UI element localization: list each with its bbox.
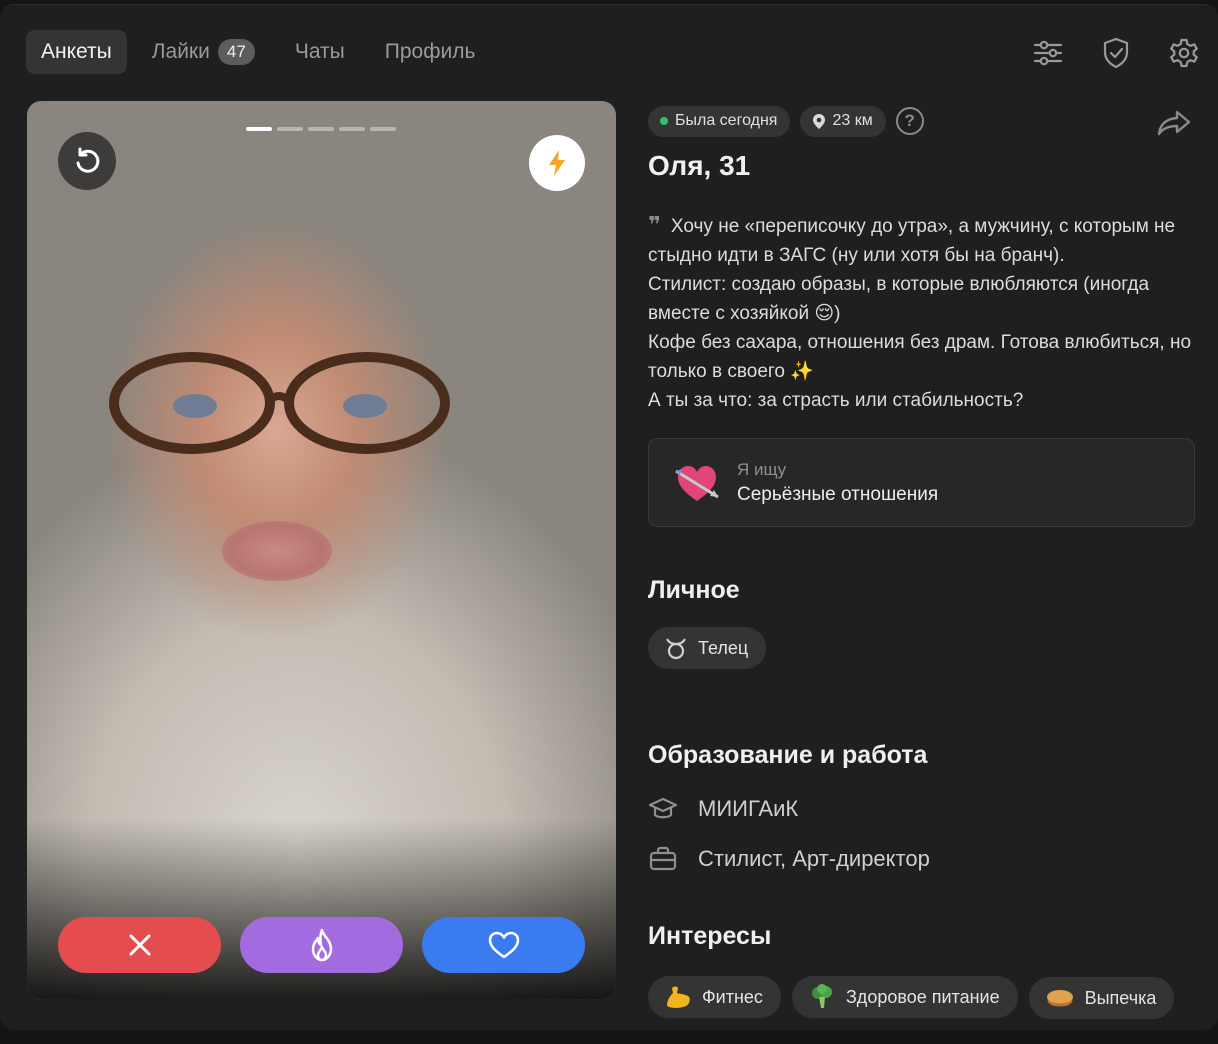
job-row: Стилист, Арт-директор <box>648 846 1196 872</box>
online-status-chip: Была сегодня <box>648 105 791 137</box>
bio-line-1-text: Хочу не «переписочку до утра», а мужчину… <box>648 216 1176 266</box>
looking-for-label: Я ищу <box>737 459 787 479</box>
likes-count-badge: 47 <box>217 39 255 65</box>
interest-tag-healthy-food-label: Здоровое питание <box>845 986 1000 1007</box>
zodiac-tag: Телец <box>648 627 767 669</box>
profile-bio: ❞ Хочу не «переписочку до утра», а мужчин… <box>648 210 1193 415</box>
personal-tags: Телец <box>648 627 1196 669</box>
flexed-biceps-icon <box>664 984 692 1010</box>
interest-tag-fitness-label: Фитнес <box>702 986 763 1007</box>
interest-tag-baking: Выпечка <box>1028 977 1175 1019</box>
location-pin-icon <box>813 113 826 129</box>
dislike-button[interactable] <box>58 917 221 973</box>
interest-tag-fitness: Фитнес <box>648 976 781 1018</box>
bio-line-3: Кофе без сахара, отношения без драм. Гот… <box>648 332 1192 382</box>
action-buttons <box>58 917 585 973</box>
help-button[interactable]: ? <box>895 107 924 135</box>
looking-for-card: Я ищу Серьёзные отношения <box>648 438 1195 527</box>
shield-check-icon[interactable] <box>1098 35 1134 71</box>
online-status-text: Была сегодня <box>675 112 778 129</box>
tab-likes[interactable]: Лайки 47 <box>137 30 270 74</box>
lightning-icon <box>549 150 565 176</box>
personal-section-title: Личное <box>648 576 740 604</box>
bio-line-2: Стилист: создаю образы, в которые влюбля… <box>648 274 1150 324</box>
bio-line-4: А ты за что: за страсть или стабильность… <box>648 390 1024 411</box>
graduation-cap-icon <box>648 796 678 822</box>
rewind-button[interactable] <box>58 132 116 190</box>
broccoli-icon <box>808 984 836 1010</box>
photo-dot-1[interactable] <box>246 127 272 131</box>
share-button[interactable] <box>1154 105 1194 141</box>
tab-profiles-label: Анкеты <box>41 40 112 63</box>
flame-icon <box>311 928 332 962</box>
like-button[interactable] <box>422 917 585 973</box>
heart-arrow-icon <box>667 453 727 513</box>
status-chips: Была сегодня 23 км ? <box>648 104 1196 138</box>
education-row: МИИГАиК <box>648 796 1196 822</box>
photo-dot-2[interactable] <box>277 127 303 131</box>
profile-info: Была сегодня 23 км ? Оля, 31 ❞ Хочу не «п… <box>648 101 1196 1019</box>
profile-name-age: Оля, 31 <box>648 150 751 181</box>
tab-likes-label: Лайки <box>151 40 210 63</box>
tab-profile[interactable]: Профиль <box>370 30 491 74</box>
online-dot-icon <box>660 117 668 125</box>
interest-tag-healthy-food: Здоровое питание <box>791 976 1018 1018</box>
taurus-icon <box>664 636 688 660</box>
interests-section-title: Интересы <box>648 922 772 950</box>
looking-for-value: Серьёзные отношения <box>737 483 939 505</box>
bio-line-1: ❞ Хочу не «переписочку до утра», а мужчин… <box>648 210 1193 270</box>
share-icon <box>1157 110 1191 136</box>
photo-pagination <box>246 127 396 131</box>
photo-dot-4[interactable] <box>339 127 365 131</box>
photo-dot-3[interactable] <box>308 127 334 131</box>
profile-photo-image <box>109 352 450 454</box>
job-text: Стилист, Арт-директор <box>698 846 930 871</box>
filters-icon[interactable] <box>1030 35 1066 71</box>
boost-button[interactable] <box>529 135 585 191</box>
briefcase-icon <box>648 846 678 872</box>
tab-profiles[interactable]: Анкеты <box>26 30 127 74</box>
nav-icon-group <box>1030 35 1202 71</box>
close-icon <box>129 934 150 956</box>
main-nav: Анкеты Лайки 47 Чаты Профиль <box>26 29 500 75</box>
education-work-section-title: Образование и работа <box>648 741 928 769</box>
distance-text: 23 км <box>832 112 873 129</box>
gear-icon[interactable] <box>1166 35 1202 71</box>
zodiac-tag-label: Телец <box>698 637 749 658</box>
pie-icon <box>1045 986 1075 1010</box>
tab-chats[interactable]: Чаты <box>280 30 360 74</box>
tab-profile-label: Профиль <box>384 40 476 63</box>
distance-chip: 23 км <box>800 105 886 137</box>
interests-tags: Фитнес Здоровое питание Выпечка <box>648 976 1196 1019</box>
app-window: Анкеты Лайки 47 Чаты Профиль Была сегодн… <box>0 4 1218 1030</box>
education-text: МИИГАиК <box>698 796 799 821</box>
profile-photo-detail <box>222 521 332 581</box>
quote-icon: ❞ <box>648 212 661 237</box>
photo-dot-5[interactable] <box>370 127 396 131</box>
rewind-icon <box>76 147 100 173</box>
tab-chats-label: Чаты <box>294 40 345 63</box>
interest-tag-baking-label: Выпечка <box>1084 987 1157 1008</box>
superlike-button[interactable] <box>240 917 403 973</box>
profile-photo-card[interactable] <box>27 101 616 999</box>
heart-icon <box>488 931 519 959</box>
